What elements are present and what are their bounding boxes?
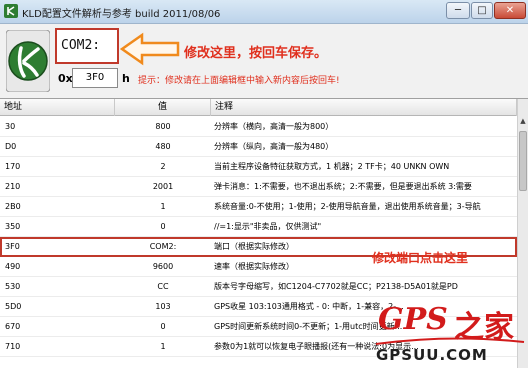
cell-value: 0 [160,322,166,331]
arrow-left-icon [120,32,180,66]
app-logo [6,30,50,92]
table-row[interactable]: 170 2 当前主程序设备特征获取方式，1 机器；2 TF卡；40 UNKN OWN [0,157,517,177]
cell-address: 30 [5,122,16,131]
watermark-url: GPSUU.COM [376,346,488,364]
cell-note: 系统音量:0-不使用；1-使用；2-使用导航音量，退出使用系统音量；3-导航 [214,202,481,211]
column-header-note[interactable]: 注释 [211,99,517,116]
app-icon [4,4,18,18]
window-title: KLD配置文件解析与参考 build 2011/08/06 [22,9,221,20]
edit-panel: COM2: 修改这里，按回车保存。 0x 3F0 h 提示：修改请在上面编辑框中… [0,24,528,98]
table-row[interactable]: D0 480 分辨率（纵向，高清一般为480） [0,137,517,157]
cell-note: 当前主程序设备特征获取方式，1 机器；2 TF卡；40 UNKN OWN [214,162,450,171]
cell-note: 弹卡消息：1:不需要，也不退出系统；2:不需要，但是要退出系统 3:需要 [214,182,472,191]
watermark-brand: GPS [378,302,448,337]
cell-note: 分辨率（横向，高清一般为800） [214,122,334,131]
table-row[interactable]: 350 0 //=1:显示"非卖品，仅供测试" [0,217,517,237]
cell-note: 版本号字母缩写，如C1204-C7702就是CC；P2138-D5A01就是PD [214,282,458,291]
table-row[interactable]: 210 2001 弹卡消息：1:不需要，也不退出系统；2:不需要，但是要退出系统 3… [0,177,517,197]
cell-address: 170 [5,162,21,171]
com-edit-box[interactable]: COM2: [55,28,119,64]
close-button[interactable]: ✕ [494,2,526,19]
watermark-swoosh [375,337,525,345]
cell-address: 210 [5,182,21,191]
table-row[interactable]: 30 800 分辨率（横向，高清一般为800） [0,117,517,137]
cell-address: 3F0 [5,242,20,251]
cell-value: 2 [160,162,166,171]
cell-value: CC [157,282,169,291]
cell-value: 2001 [152,182,174,191]
cell-value: 1 [160,202,166,211]
cell-value: 9600 [152,262,174,271]
cell-note: //=1:显示"非卖品，仅供测试" [214,222,322,231]
cell-address: 710 [5,342,21,351]
hint-text: 提示：修改请在上面编辑框中输入新内容后按回车! [138,76,340,86]
cell-note: 速率（根据实际修改） [214,262,294,271]
cell-address: 670 [5,322,21,331]
cell-value: 480 [155,142,171,151]
table-row[interactable]: 530 CC 版本号字母缩写，如C1204-C7702就是CC；P2138-D5A0… [0,277,517,297]
cell-value: 1 [160,342,166,351]
com-value: COM2: [61,38,101,53]
cell-address: 350 [5,222,21,231]
column-header-address[interactable]: 地址 [0,99,115,116]
annotation-port: 修改端口点击这里 [372,251,469,265]
cell-value: 103 [155,302,171,311]
cell-address: 2B0 [5,202,21,211]
maximize-button[interactable]: □ [471,2,493,19]
cell-note: 分辨率（纵向，高清一般为480） [214,142,334,151]
cell-value: 800 [155,122,171,131]
title-bar: KLD配置文件解析与参考 build 2011/08/06 ─ □ ✕ [0,0,528,24]
cell-value: COM2: [149,242,177,251]
list-header: 地址 值 注释 [0,99,517,116]
scroll-up-icon[interactable]: ▲ [518,117,528,129]
minimize-button[interactable]: ─ [446,2,470,19]
cell-address: D0 [5,142,17,151]
cell-address: 490 [5,262,21,271]
watermark: GPS 之家 GPSUU.COM [372,300,528,368]
address-input[interactable]: 3F0 [72,68,118,88]
annotation-save: 修改这里，按回车保存。 [184,46,328,61]
column-header-value[interactable]: 值 [115,99,211,116]
cell-address: 5D0 [5,302,22,311]
address-prefix: 0x [58,72,73,85]
table-row[interactable]: 2B0 1 系统音量:0-不使用；1-使用；2-使用导航音量，退出使用系统音量；3-… [0,197,517,217]
scroll-thumb[interactable] [519,131,527,191]
address-suffix: h [122,72,130,85]
cell-note: 端口（根据实际修改） [214,242,294,251]
cell-value: 0 [160,222,166,231]
cell-address: 530 [5,282,21,291]
